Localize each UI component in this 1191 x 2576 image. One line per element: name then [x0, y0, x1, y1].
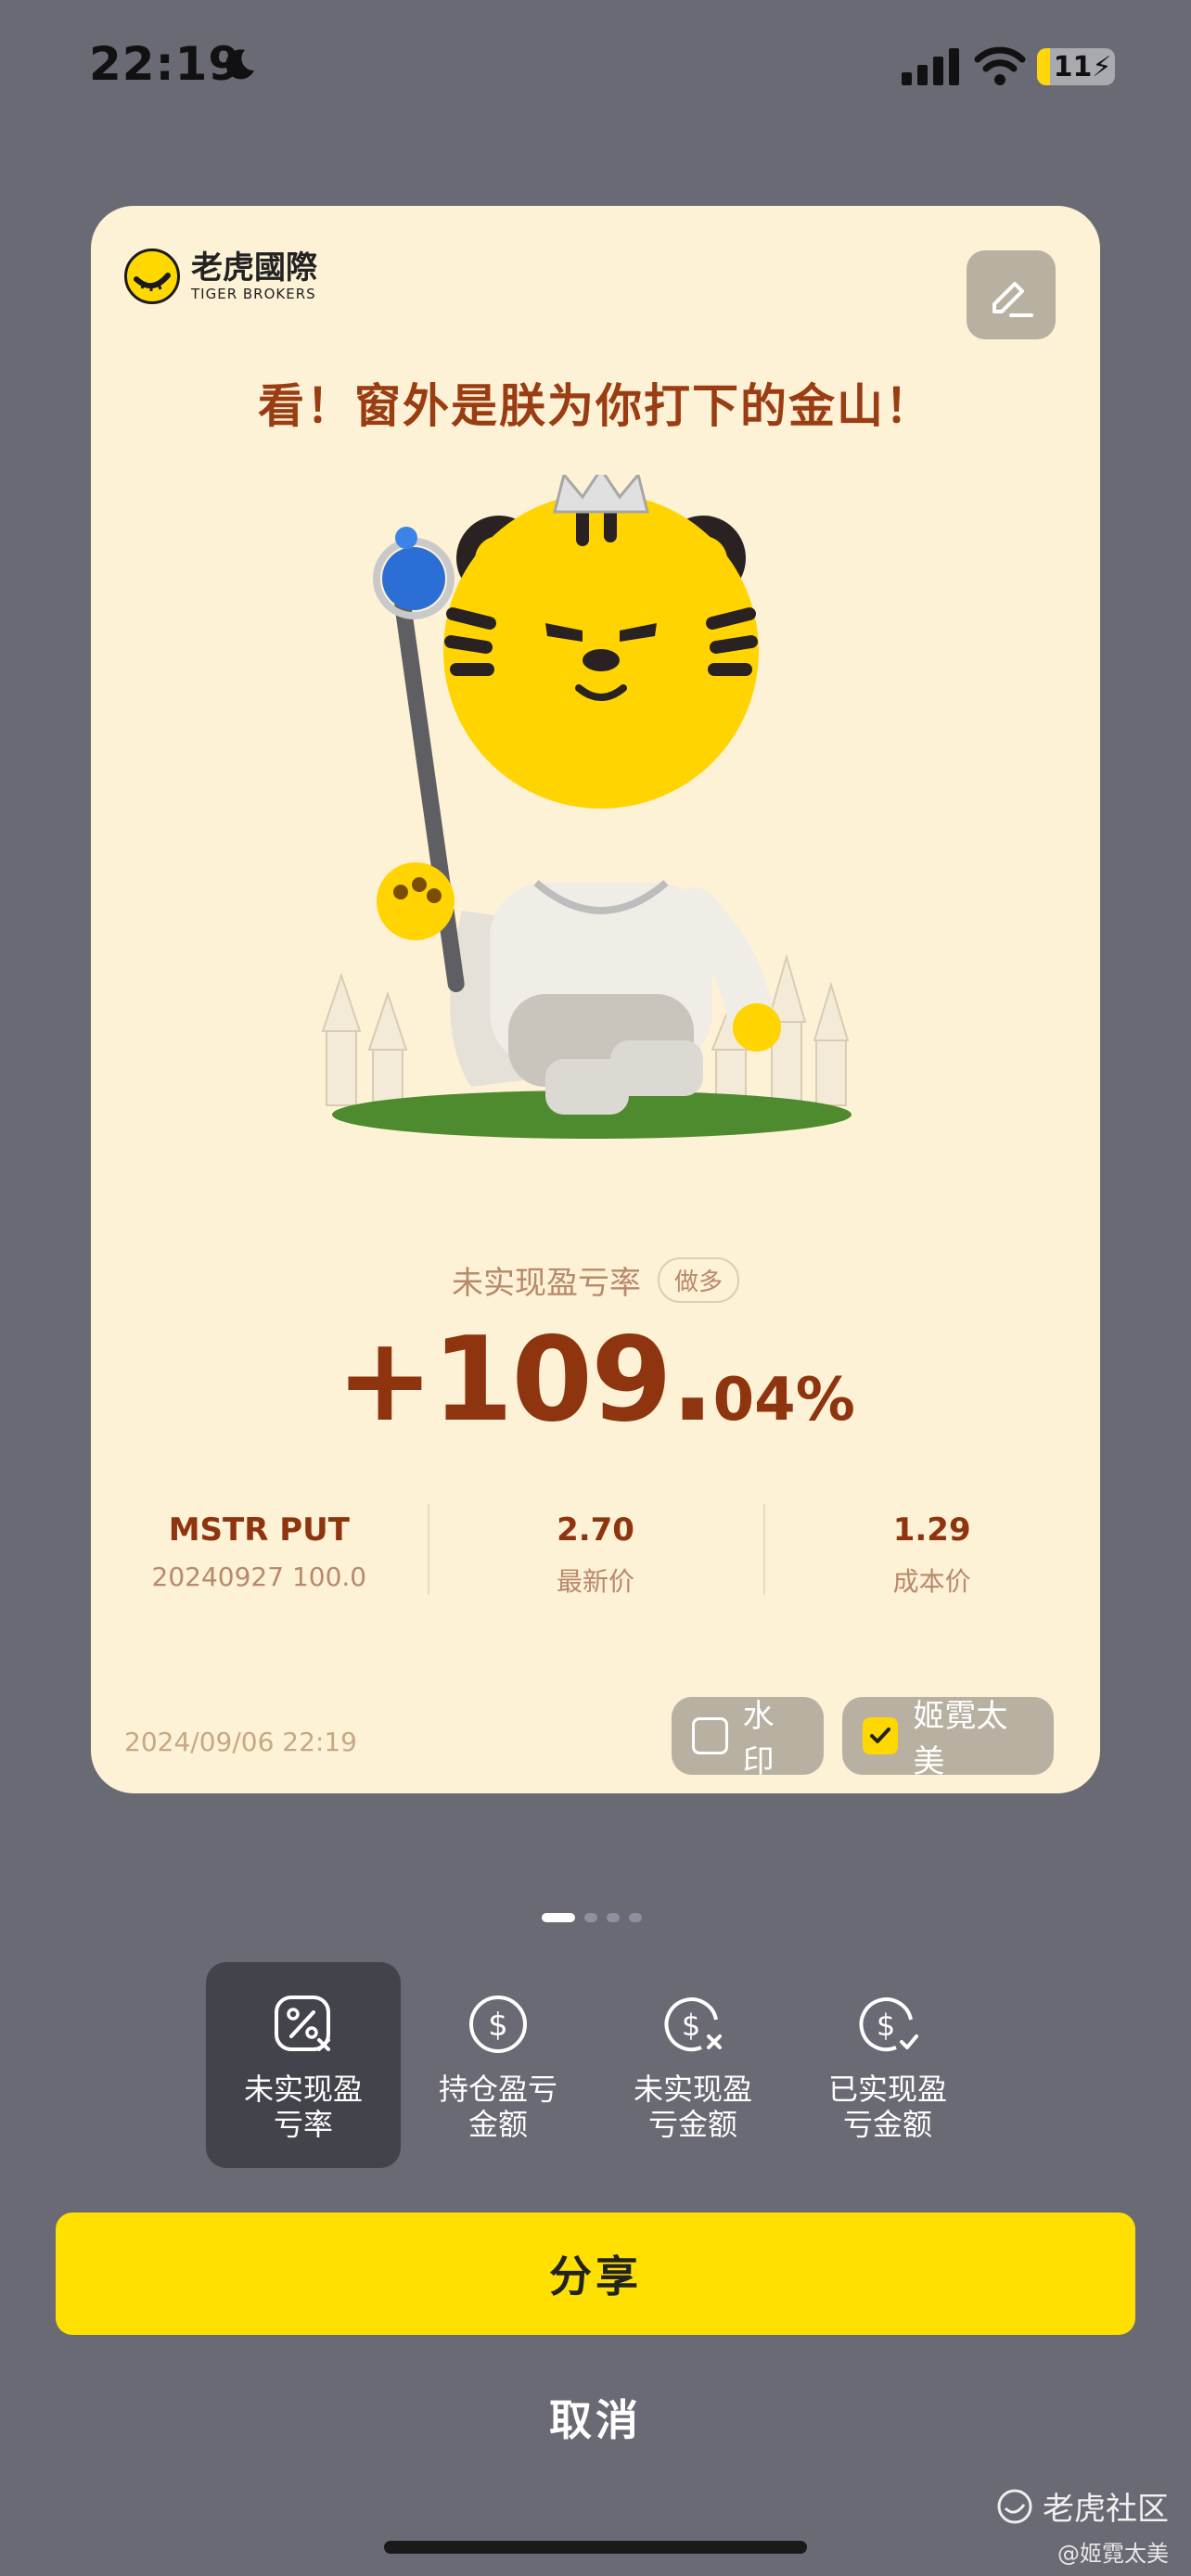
- share-card: 老虎國際 TIGER BROKERS 看！窗外是朕为你打下的金山！ 未实现盈亏率…: [91, 206, 1100, 1793]
- tab-unrealized-pnl-amount[interactable]: $ 未实现盈 亏金额: [596, 1962, 790, 2168]
- logo-en-text: TIGER BROKERS: [191, 286, 316, 302]
- community-brand: 老虎社区: [1043, 2491, 1169, 2528]
- edit-button[interactable]: [967, 250, 1056, 339]
- tiger-community-logo-icon: [997, 2489, 1032, 2523]
- moon-icon: [225, 49, 254, 80]
- dollar-x-icon: $: [664, 1997, 722, 2052]
- nickname-label: 姬霓太美: [913, 1698, 1008, 1780]
- cost-price-label: 成本价: [892, 1566, 971, 1597]
- page-dot-1[interactable]: [542, 1913, 575, 1922]
- cellular-signal-icon: [902, 48, 959, 85]
- tiger-king-mascot-illustration: [321, 475, 852, 1139]
- percent-icon: [275, 1996, 330, 2051]
- svg-text:$: $: [877, 2008, 895, 2043]
- svg-text:$: $: [682, 2008, 700, 2043]
- contract-info: MSTR PUT 20240927 100.0: [91, 1498, 428, 1600]
- battery-indicator: 11 ⚡: [1037, 48, 1115, 85]
- pnl-rate-main: +109.: [336, 1311, 714, 1447]
- contract-expiry-strike: 20240927 100.0: [151, 1562, 367, 1592]
- tiger-logo-icon: [124, 249, 180, 304]
- contract-symbol: MSTR PUT: [168, 1511, 350, 1549]
- wifi-icon: [974, 46, 1026, 85]
- cost-price-value: 1.29: [892, 1511, 971, 1549]
- cost-price-info: 1.29 成本价: [763, 1498, 1100, 1600]
- pnl-rate-value: +109.04%: [91, 1311, 1100, 1447]
- status-time: 22:19: [89, 37, 242, 91]
- pnl-rate-decimal: 04%: [712, 1366, 855, 1435]
- tab-label: 未实现盈 亏金额: [633, 2072, 752, 2142]
- dollar-check-icon: $: [859, 1997, 918, 2052]
- tab-unrealized-pnl-rate[interactable]: 未实现盈 亏率: [206, 1962, 401, 2168]
- watermark-label: 水印: [742, 1698, 775, 1780]
- tab-position-pnl-amount[interactable]: $ 持仓盈亏 金额: [401, 1962, 596, 2168]
- latest-price-label: 最新价: [557, 1566, 635, 1597]
- nickname-checkbox[interactable]: [863, 1717, 899, 1754]
- community-username: @姬霓太美: [1057, 2541, 1169, 2567]
- snapshot-date: 2024/09/06 22:19: [124, 1727, 357, 1757]
- page-indicator: [542, 1913, 642, 1922]
- watermark-checkbox[interactable]: [692, 1717, 728, 1754]
- watermark-toggle[interactable]: 水印: [672, 1697, 824, 1780]
- position-info-row: MSTR PUT 20240927 100.0 2.70 最新价 1.29 成本…: [91, 1498, 1100, 1600]
- community-watermark: 老虎社区: [996, 2483, 1169, 2529]
- latest-price-value: 2.70: [557, 1511, 634, 1549]
- checkmark-icon: [870, 1728, 891, 1743]
- tab-label: 持仓盈亏 金额: [438, 2072, 557, 2142]
- tab-label: 已实现盈 亏金额: [827, 2072, 947, 2142]
- card-headline: 看！窗外是朕为你打下的金山！: [258, 379, 933, 433]
- tiger-brokers-logo: 老虎國際 TIGER BROKERS: [124, 249, 317, 304]
- nickname-toggle[interactable]: 姬霓太美: [842, 1697, 1054, 1780]
- home-indicator[interactable]: [384, 2541, 807, 2554]
- tab-label: 未实现盈 亏率: [243, 2072, 363, 2142]
- metric-label: 未实现盈亏率: [451, 1265, 641, 1302]
- position-direction-tag: 做多: [657, 1257, 739, 1303]
- edit-pencil-icon: [992, 282, 1033, 317]
- battery-level: 11: [1053, 50, 1093, 83]
- metric-tabs: 未实现盈 亏率 $ 持仓盈亏 金额 $ 未实现盈 亏金额 $ 已实现盈 亏金额: [206, 1962, 985, 2168]
- page-dot-4[interactable]: [629, 1913, 642, 1922]
- svg-text:$: $: [488, 2007, 508, 2044]
- charging-bolt-icon: ⚡: [1092, 50, 1112, 83]
- page-dot-2[interactable]: [584, 1913, 597, 1922]
- tab-realized-pnl-amount[interactable]: $ 已实现盈 亏金额: [790, 1962, 985, 2168]
- cancel-button[interactable]: 取消: [0, 2387, 1191, 2448]
- dollar-icon: $: [469, 1996, 527, 2053]
- logo-cn-text: 老虎國際: [191, 249, 317, 287]
- share-button[interactable]: 分享: [56, 2213, 1135, 2335]
- page-dot-3[interactable]: [607, 1913, 620, 1922]
- latest-price-info: 2.70 最新价: [427, 1498, 764, 1600]
